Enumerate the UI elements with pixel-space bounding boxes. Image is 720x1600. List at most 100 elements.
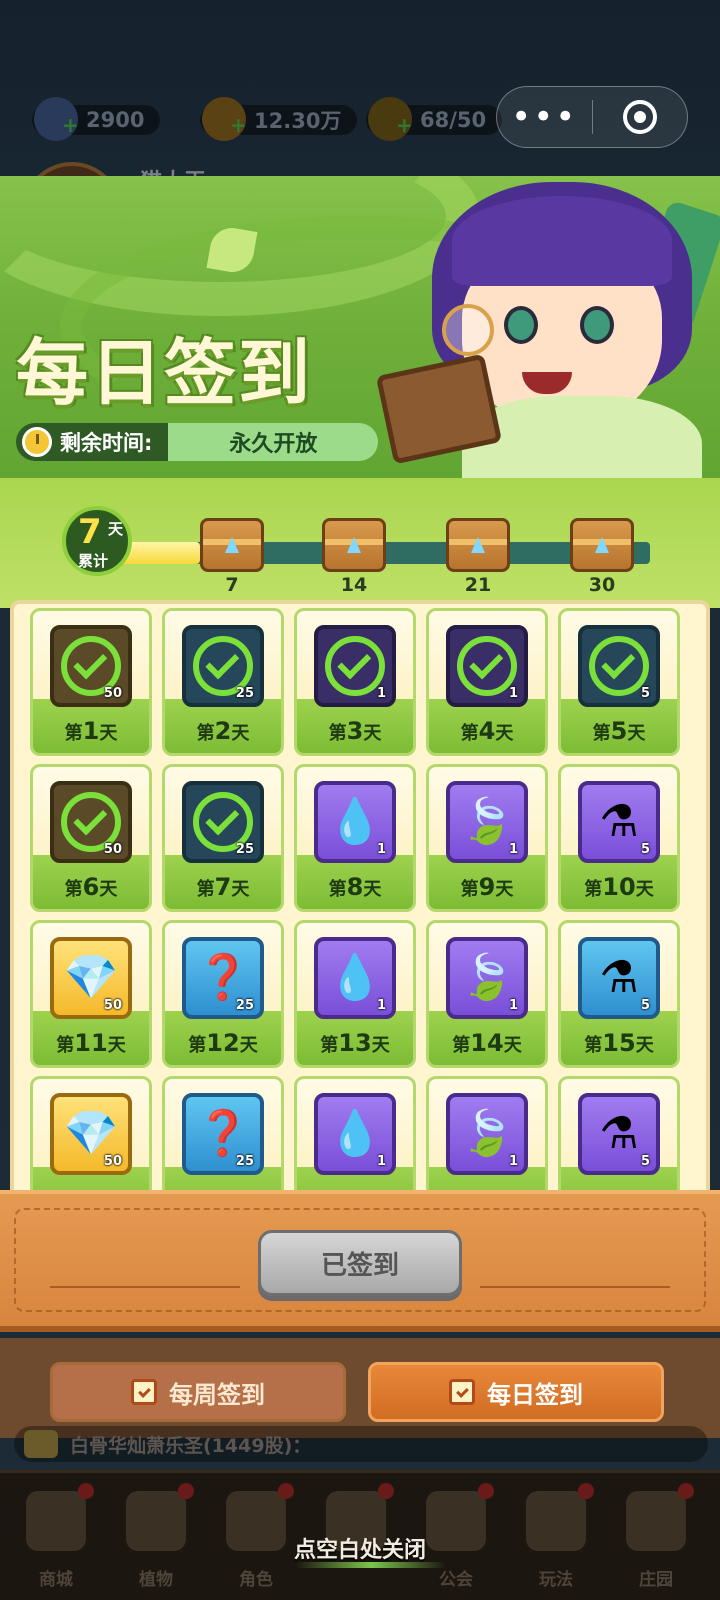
reward-quantity: 1 — [376, 686, 386, 701]
reward-quantity: 25 — [235, 1154, 254, 1169]
day-label: 第1天 — [64, 717, 118, 745]
notification-dot — [278, 1483, 294, 1499]
day-label: 第3天 — [328, 717, 382, 745]
tab-daily-signin[interactable]: 每日签到 — [368, 1362, 664, 1422]
nav-icon — [526, 1491, 586, 1551]
remaining-time: 剩余时间: 永久开放 — [16, 422, 379, 462]
energy-value: 68/50 — [420, 108, 487, 132]
milestone-label: 7 — [225, 574, 239, 596]
cumulative-days: 7 — [78, 512, 102, 552]
day-reward-cell[interactable]: 💧 1 第13天 — [294, 920, 416, 1068]
close-hint[interactable]: 点空白处关闭 — [270, 1532, 450, 1564]
day-reward-cell[interactable]: 💎 50 第11天 — [30, 920, 152, 1068]
signed-button[interactable]: 已签到 — [258, 1230, 462, 1296]
ticker-text: 白骨华灿萧乐圣(1449股)： — [70, 1434, 312, 1457]
claimed-check-icon: 50 — [50, 781, 132, 863]
day-reward-cell[interactable]: 50 第1天 — [30, 608, 152, 756]
potion-icon: ⚗ 5 — [578, 937, 660, 1019]
notification-dot — [578, 1483, 594, 1499]
drop-icon: 💧 — [327, 1108, 383, 1159]
day-label: 第8天 — [328, 873, 382, 901]
day-label: 第11天 — [56, 1029, 126, 1057]
day-reward-cell[interactable]: ⚗ 5 第10天 — [558, 764, 680, 912]
nav-icon — [126, 1491, 186, 1551]
potion-icon: ⚗ 5 — [578, 1093, 660, 1175]
nav-item[interactable]: 植物 — [110, 1483, 202, 1593]
claimed-check-icon: 1 — [314, 625, 396, 707]
day-reward-cell[interactable]: 💎 50 — [30, 1076, 152, 1196]
nav-icon — [26, 1491, 86, 1551]
diamond-icon: 💎 50 — [50, 937, 132, 1019]
milestone-chest[interactable] — [570, 518, 634, 572]
milestone-chest[interactable] — [446, 518, 510, 572]
nav-item[interactable]: 庄园 — [610, 1483, 702, 1593]
day-reward-cell[interactable]: ❓ 25 — [162, 1076, 284, 1196]
leaf-icon: 🍃 1 — [446, 1093, 528, 1175]
day-reward-cell[interactable]: 50 第6天 — [30, 764, 152, 912]
leaf-icon: 🍃 — [459, 952, 515, 1003]
day-reward-cell[interactable]: 🍃 1 — [426, 1076, 548, 1196]
reward-quantity: 5 — [640, 998, 650, 1013]
nav-item[interactable]: 玩法 — [510, 1483, 602, 1593]
reward-quantity: 5 — [640, 686, 650, 701]
reward-quantity: 50 — [103, 998, 122, 1013]
day-label: 第6天 — [64, 873, 118, 901]
day-reward-cell[interactable]: 🍃 1 第14天 — [426, 920, 548, 1068]
monocle-icon — [442, 304, 494, 356]
diamond-icon: 💎 — [63, 952, 119, 1003]
day-label: 第4天 — [460, 717, 514, 745]
day-reward-cell[interactable]: 💧 1 第8天 — [294, 764, 416, 912]
day-reward-cell[interactable]: 1 第4天 — [426, 608, 548, 756]
leaf-icon: 🍃 — [459, 1108, 515, 1159]
cumulative-progress: 7 天 累计 7 14 21 30 — [0, 478, 720, 608]
day-reward-cell[interactable]: 🍃 1 第9天 — [426, 764, 548, 912]
notification-dot — [178, 1483, 194, 1499]
plus-icon: + — [396, 113, 413, 137]
tab-weekly-signin[interactable]: 每周签到 — [50, 1362, 346, 1422]
chat-ticker[interactable]: 白骨华灿萧乐圣(1449股)： — [14, 1426, 708, 1462]
day-reward-cell[interactable]: 25 第7天 — [162, 764, 284, 912]
reward-quantity: 50 — [103, 842, 122, 857]
potion-icon: ⚗ 5 — [578, 781, 660, 863]
coin-counter: + 12.30万 — [200, 97, 358, 141]
plus-icon: + — [230, 113, 247, 137]
gem-icon — [347, 537, 361, 553]
day-reward-cell[interactable]: 5 第5天 — [558, 608, 680, 756]
day-label: 第2天 — [196, 717, 250, 745]
more-dots-icon[interactable]: ••• — [497, 100, 592, 134]
day-label: 第10天 — [584, 873, 654, 901]
diamond-value: 2900 — [86, 108, 145, 132]
gem-icon — [225, 537, 239, 553]
leaf-icon: 🍃 1 — [446, 937, 528, 1019]
day-label: 第15天 — [584, 1029, 654, 1057]
reward-quantity: 50 — [103, 686, 122, 701]
day-reward-cell[interactable]: 25 第2天 — [162, 608, 284, 756]
coin-value: 12.30万 — [254, 109, 342, 133]
notification-dot — [78, 1483, 94, 1499]
reward-quantity: 1 — [508, 842, 518, 857]
claimed-check-icon: 5 — [578, 625, 660, 707]
day-reward-cell[interactable]: 💧 1 — [294, 1076, 416, 1196]
diamond-icon: 💎 — [63, 1108, 119, 1159]
reward-grid: 50 第1天 25 第2天 1 第3天 1 第4天 5 第5天 50 第6天 25 第7天 💧 1 第8天 🍃 1 第… — [10, 600, 710, 1200]
milestone-chest[interactable] — [200, 518, 264, 572]
diamond-counter: + 2900 — [32, 97, 161, 141]
day-label: 第5天 — [592, 717, 646, 745]
potion-icon: ⚗ — [599, 796, 639, 847]
time-label: 剩余时间: — [60, 431, 153, 455]
day-reward-cell[interactable]: ❓ 25 第12天 — [162, 920, 284, 1068]
day-reward-cell[interactable]: ⚗ 5 — [558, 1076, 680, 1196]
milestone-chest[interactable] — [322, 518, 386, 572]
nav-item[interactable]: 商城 — [10, 1483, 102, 1593]
reward-quantity: 1 — [376, 998, 386, 1013]
milestone-label: 14 — [340, 574, 368, 596]
notification-dot — [678, 1483, 694, 1499]
drop-icon: 💧 1 — [314, 1093, 396, 1175]
target-close-icon — [622, 100, 657, 134]
reward-quantity: 5 — [640, 842, 650, 857]
day-reward-cell[interactable]: ⚗ 5 第15天 — [558, 920, 680, 1068]
day-label: 第9天 — [460, 873, 514, 901]
close-mini-program-button[interactable] — [593, 100, 688, 134]
claimed-check-icon: 25 — [182, 781, 264, 863]
day-reward-cell[interactable]: 1 第3天 — [294, 608, 416, 756]
